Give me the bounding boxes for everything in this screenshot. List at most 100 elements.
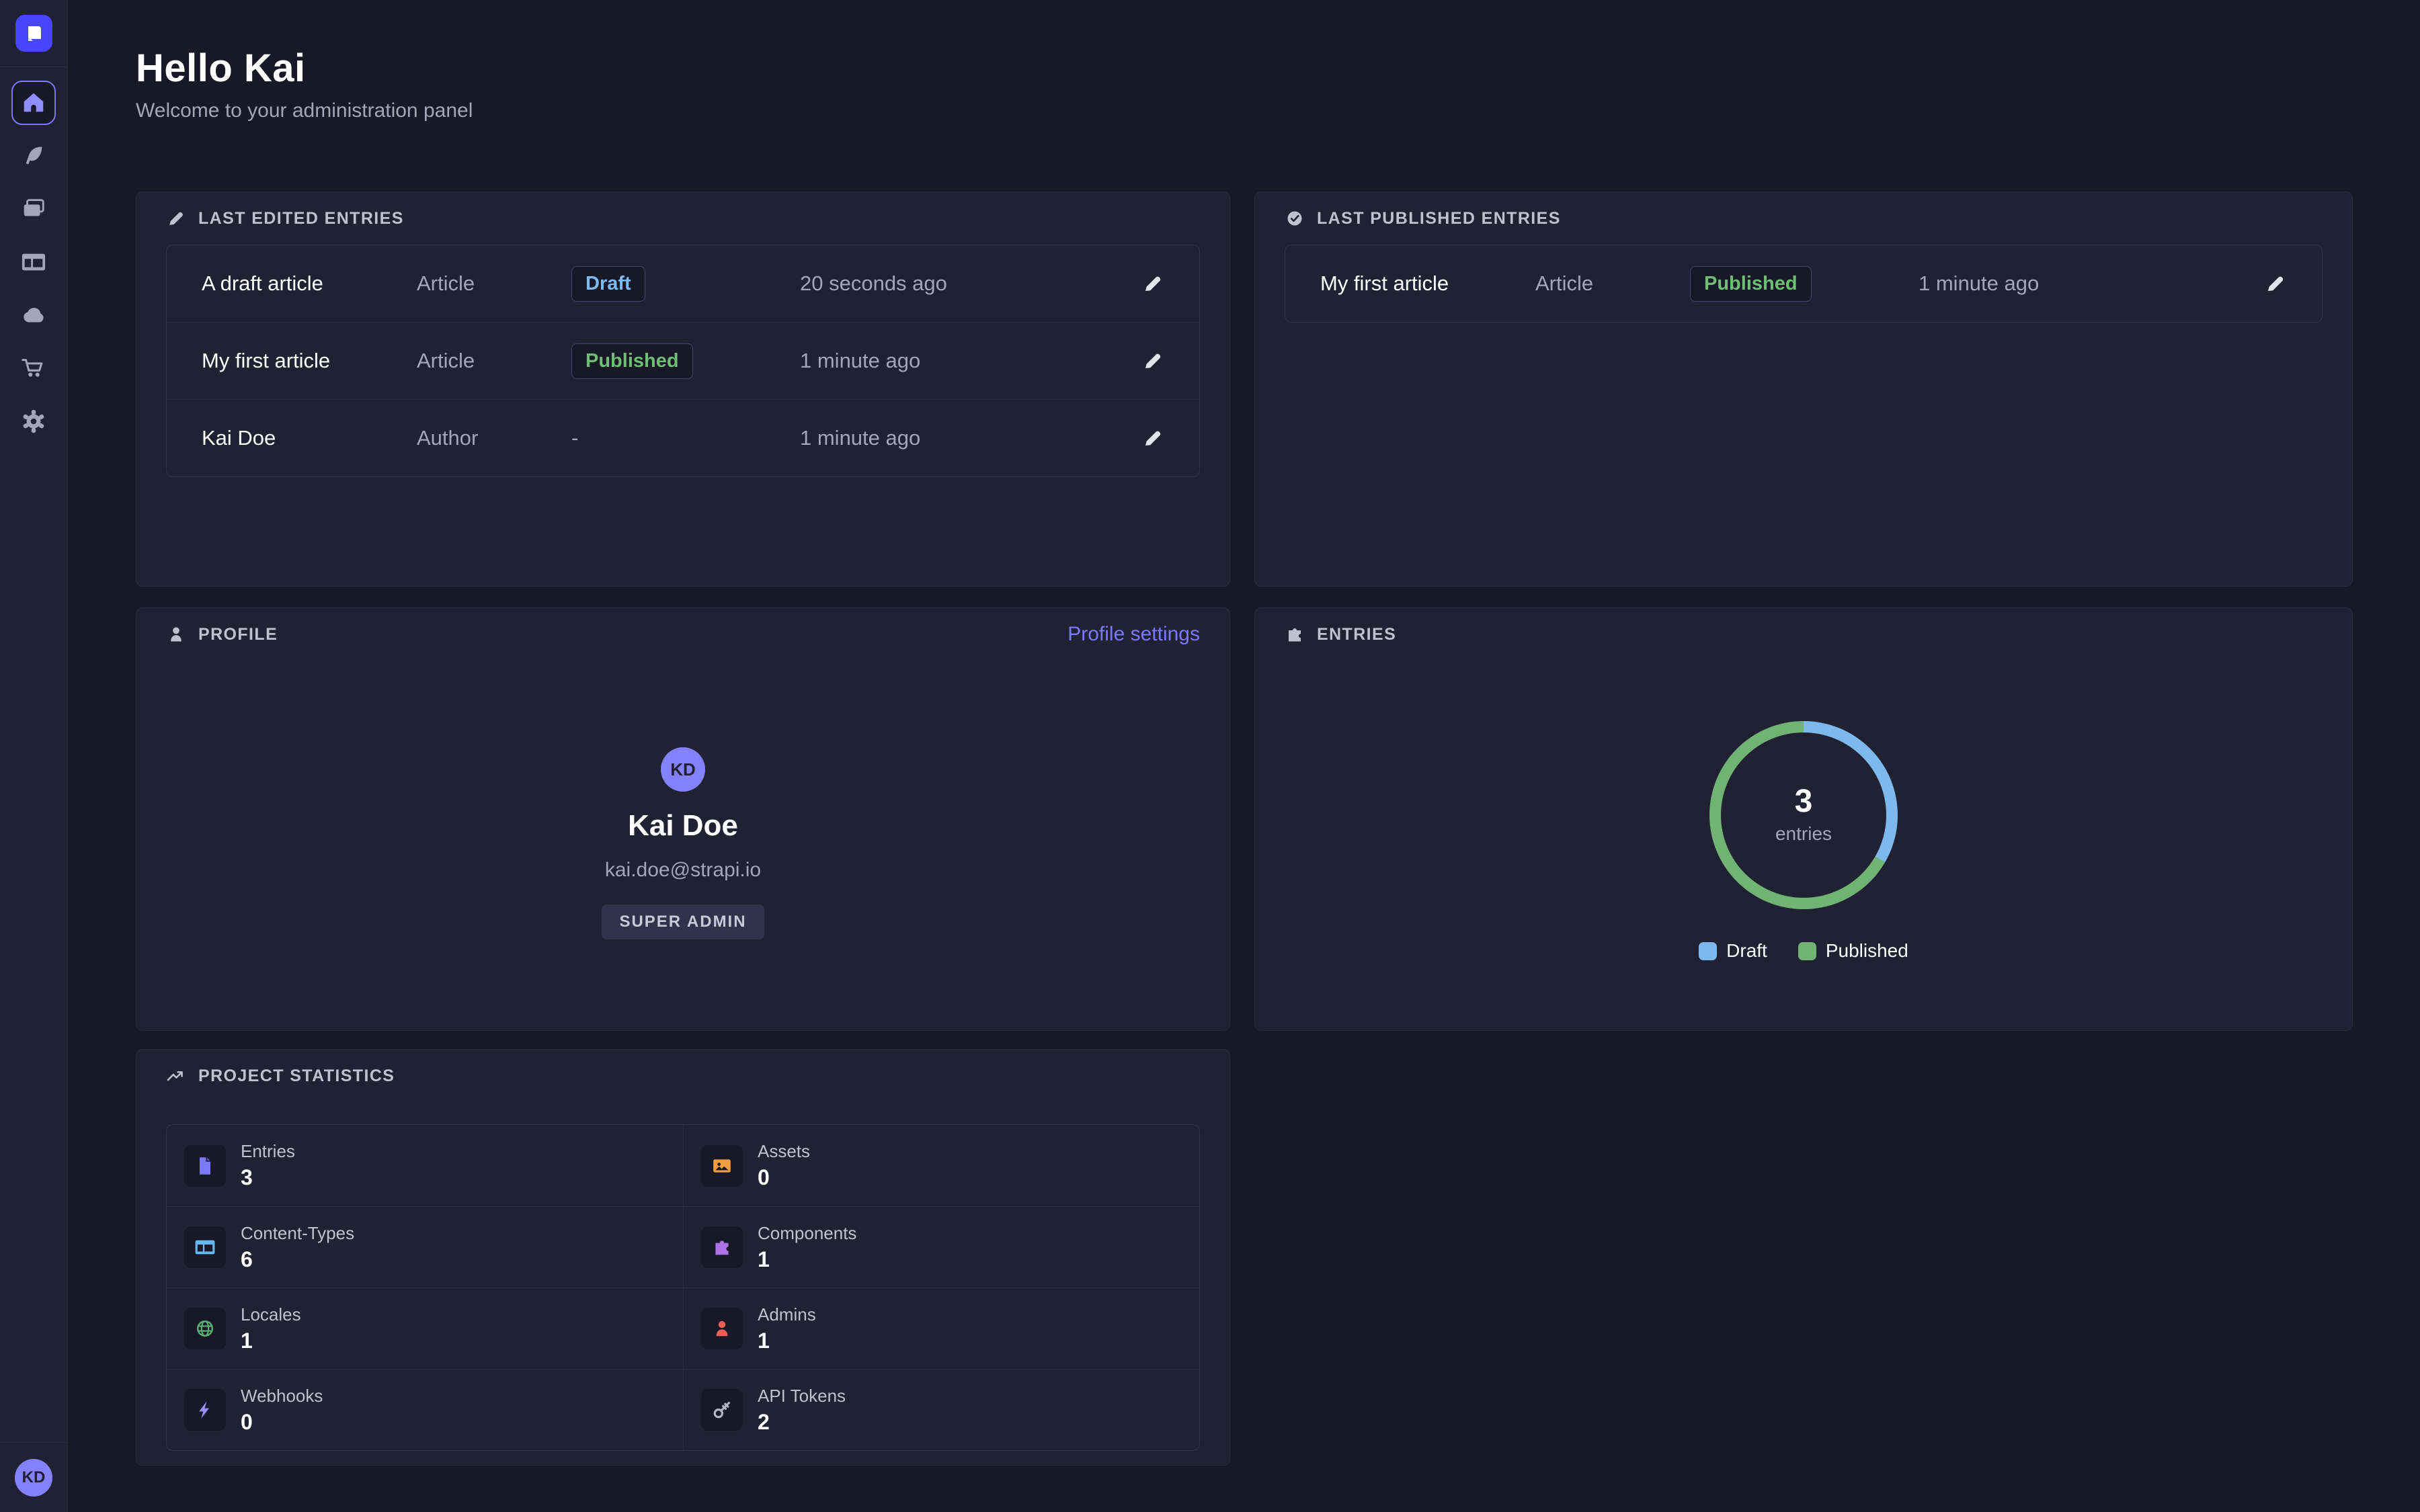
table-row[interactable]: A draft article Article Draft 20 seconds…: [167, 245, 1199, 322]
stat-value: 1: [758, 1329, 816, 1353]
layout-icon: [184, 1226, 226, 1268]
user-icon: [701, 1308, 743, 1349]
card-header: ENTRIES: [1255, 608, 2352, 661]
entry-name: Kai Doe: [202, 426, 417, 450]
stat-value: 3: [241, 1165, 295, 1190]
feather-icon: [21, 143, 46, 169]
pencil-icon: [166, 208, 186, 228]
stat-admins: Admins 1: [683, 1288, 1199, 1369]
edit-entry-button[interactable]: [1141, 427, 1164, 450]
legend-item-published: Published: [1798, 940, 1908, 962]
puzzle-icon: [701, 1226, 743, 1268]
card-title: ENTRIES: [1317, 625, 1396, 644]
card-title: LAST EDITED ENTRIES: [198, 209, 404, 228]
stat-label: Admins: [758, 1304, 816, 1325]
stat-webhooks: Webhooks 0: [167, 1369, 683, 1450]
stat-value: 0: [758, 1165, 810, 1190]
last-published-entries-card: LAST PUBLISHED ENTRIES My first article …: [1254, 192, 2353, 587]
stat-value: 0: [241, 1410, 323, 1435]
table-row[interactable]: Kai Doe Author - 1 minute ago: [167, 399, 1199, 476]
user-avatar[interactable]: KD: [15, 1459, 52, 1497]
profile-card: PROFILE Profile settings KD Kai Doe kai.…: [136, 607, 1230, 1031]
stat-value: 2: [758, 1410, 846, 1435]
sidebar-item-content-type-builder[interactable]: [11, 240, 56, 284]
entries-total-label: entries: [1775, 823, 1832, 845]
page-header: Hello Kai Welcome to your administration…: [136, 48, 473, 122]
page-subtitle: Welcome to your administration panel: [136, 99, 473, 122]
draft-swatch: [1699, 942, 1717, 960]
sidebar-footer: KD: [0, 1442, 67, 1512]
role-badge: SUPER ADMIN: [602, 905, 764, 939]
profile-avatar: KD: [661, 747, 705, 792]
globe-icon: [184, 1308, 226, 1349]
strapi-logo-icon[interactable]: [15, 15, 52, 52]
entries-card: ENTRIES 3 entries Draft Published: [1254, 607, 2353, 1031]
entry-time: 1 minute ago: [800, 349, 1131, 373]
sidebar-nav: [0, 81, 67, 444]
stat-entries: Entries 3: [167, 1125, 683, 1206]
table-row[interactable]: My first article Article Published 1 min…: [167, 322, 1199, 399]
stat-label: Webhooks: [241, 1386, 323, 1406]
edit-entry-button[interactable]: [1141, 272, 1164, 295]
stat-value: 6: [241, 1247, 354, 1272]
card-title: PROFILE: [198, 625, 278, 644]
card-title: LAST PUBLISHED ENTRIES: [1317, 209, 1561, 228]
entry-time: 20 seconds ago: [800, 271, 1131, 296]
sidebar-item-content-manager[interactable]: [11, 134, 56, 178]
stat-label: Content-Types: [241, 1223, 354, 1244]
sidebar-item-marketplace[interactable]: [11, 346, 56, 390]
last-edited-table: A draft article Article Draft 20 seconds…: [166, 245, 1200, 477]
legend-item-draft: Draft: [1699, 940, 1767, 962]
gear-icon: [21, 409, 46, 434]
entries-total-value: 3: [1795, 786, 1813, 818]
pencil-icon: [1141, 427, 1164, 450]
card-header: PROJECT STATISTICS: [136, 1050, 1229, 1102]
puzzle-icon: [1285, 624, 1305, 644]
stat-label: Assets: [758, 1141, 810, 1162]
pencil-icon: [1141, 349, 1164, 372]
stat-value: 1: [758, 1247, 856, 1272]
status-empty: -: [571, 426, 578, 450]
card-header: LAST PUBLISHED ENTRIES: [1255, 192, 2352, 245]
strapi-admin-dashboard: KD Hello Kai Welcome to your administrat…: [0, 0, 2420, 1512]
entry-name: A draft article: [202, 271, 417, 296]
stat-label: Components: [758, 1223, 856, 1244]
table-row[interactable]: My first article Article Published 1 min…: [1285, 245, 2322, 322]
status-badge: Published: [571, 343, 693, 379]
file-icon: [184, 1145, 226, 1187]
stat-label: API Tokens: [758, 1386, 846, 1406]
published-swatch: [1798, 942, 1816, 960]
trend-up-icon: [166, 1066, 186, 1086]
home-icon: [21, 90, 46, 116]
sidebar-item-settings[interactable]: [11, 399, 56, 444]
stat-content-types: Content-Types 6: [167, 1206, 683, 1288]
project-statistics-card: PROJECT STATISTICS Entries 3 Assets 0: [136, 1049, 1230, 1466]
last-published-table: My first article Article Published 1 min…: [1285, 245, 2323, 323]
profile-settings-link[interactable]: Profile settings: [1067, 623, 1200, 646]
person-icon: [166, 624, 186, 644]
stat-assets: Assets 0: [683, 1125, 1199, 1206]
pencil-icon: [1141, 272, 1164, 295]
bolt-icon: [184, 1389, 226, 1431]
sidebar-item-media-library[interactable]: [11, 187, 56, 231]
stat-api-tokens: API Tokens 2: [683, 1369, 1199, 1450]
entry-type: Author: [417, 426, 571, 450]
edit-entry-button[interactable]: [1141, 349, 1164, 372]
media-icon: [21, 196, 46, 222]
status-badge: Published: [1690, 266, 1812, 302]
layout-icon: [21, 249, 46, 275]
sidebar-item-cloud[interactable]: [11, 293, 56, 337]
legend-label: Draft: [1726, 940, 1767, 962]
entry-time: 1 minute ago: [1919, 271, 2253, 296]
stat-label: Entries: [241, 1141, 295, 1162]
cloud-icon: [21, 302, 46, 328]
profile-body: KD Kai Doe kai.doe@strapi.io SUPER ADMIN: [136, 661, 1229, 939]
sidebar-item-home[interactable]: [11, 81, 56, 125]
last-edited-entries-card: LAST EDITED ENTRIES A draft article Arti…: [136, 192, 1230, 587]
edit-entry-button[interactable]: [2264, 272, 2287, 295]
sidebar-logo-zone: [0, 0, 67, 67]
stat-components: Components 1: [683, 1206, 1199, 1288]
entry-name: My first article: [202, 349, 417, 373]
stat-value: 1: [241, 1329, 301, 1353]
stat-locales: Locales 1: [167, 1288, 683, 1369]
